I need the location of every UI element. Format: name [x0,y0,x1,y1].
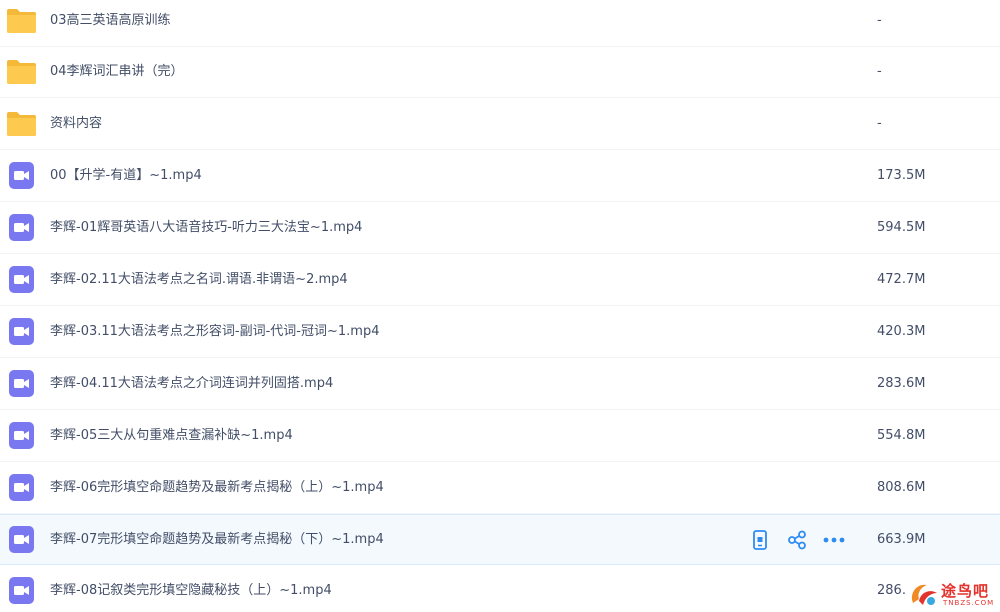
folder-icon [6,109,37,138]
file-name[interactable]: 李辉-06完形填空命题趋势及最新考点揭秘（上）~1.mp4 [50,463,384,513]
watermark-logo: 途鸟吧 TNBZS.COM [905,578,1000,612]
row-actions [748,515,846,565]
file-list: 03高三英语高原训练 - 04李辉词汇串讲（完） - 资料内容 - 00【升学-… [0,0,1000,612]
file-name[interactable]: 资料内容 [50,99,102,149]
file-size: - [877,13,882,28]
file-name[interactable]: 李辉-03.11大语法考点之形容词-副词-代词-冠词~1.mp4 [50,307,379,357]
folder-icon [6,57,37,86]
file-size: 594.5M [877,220,926,235]
file-row[interactable]: 李辉-04.11大语法考点之介词连词并列固搭.mp4 283.6M [0,359,1000,410]
share-icon[interactable] [785,528,809,552]
video-file-icon [6,317,37,346]
file-row[interactable]: 03高三英语高原训练 - [0,0,1000,47]
video-file-icon [6,576,37,605]
file-size: 472.7M [877,272,926,287]
file-row[interactable]: 李辉-06完形填空命题趋势及最新考点揭秘（上）~1.mp4 808.6M [0,463,1000,514]
more-icon[interactable] [822,528,846,552]
file-name[interactable]: 00【升学-有道】~1.mp4 [50,151,202,201]
file-size: 554.8M [877,428,926,443]
file-row[interactable]: 李辉-03.11大语法考点之形容词-副词-代词-冠词~1.mp4 420.3M [0,307,1000,358]
video-file-icon [6,213,37,242]
file-name[interactable]: 李辉-02.11大语法考点之名词.谓语.非谓语~2.mp4 [50,255,348,305]
file-row[interactable]: 00【升学-有道】~1.mp4 173.5M [0,151,1000,202]
watermark-subtext: TNBZS.COM [943,599,995,607]
file-size: 173.5M [877,168,926,183]
file-size: 663.9M [877,532,926,547]
file-name[interactable]: 李辉-07完形填空命题趋势及最新考点揭秘（下）~1.mp4 [50,515,384,565]
file-size: - [877,64,882,79]
file-size: 286. [877,583,906,598]
file-name[interactable]: 04李辉词汇串讲（完） [50,47,184,97]
video-file-icon [6,473,37,502]
file-name[interactable]: 李辉-05三大从句重难点查漏补缺~1.mp4 [50,411,293,461]
video-file-icon [6,265,37,294]
watermark-text: 途鸟吧 [941,582,990,600]
file-name[interactable]: 李辉-08记叙类完形填空隐藏秘技（上）~1.mp4 [50,566,332,612]
file-size: - [877,116,882,131]
video-file-icon [6,421,37,450]
folder-icon [6,6,37,35]
video-file-icon [6,369,37,398]
file-size: 808.6M [877,480,926,495]
file-name[interactable]: 李辉-04.11大语法考点之介词连词并列固搭.mp4 [50,359,333,409]
video-file-icon [6,161,37,190]
file-row[interactable]: 李辉-02.11大语法考点之名词.谓语.非谓语~2.mp4 472.7M [0,255,1000,306]
file-row[interactable]: 04李辉词汇串讲（完） - [0,47,1000,98]
file-name[interactable]: 03高三英语高原训练 [50,0,171,46]
file-row[interactable]: 资料内容 - [0,99,1000,150]
file-name[interactable]: 李辉-01辉哥英语八大语音技巧-听力三大法宝~1.mp4 [50,203,362,253]
file-row[interactable]: 李辉-08记叙类完形填空隐藏秘技（上）~1.mp4 286. [0,566,1000,612]
file-size: 283.6M [877,376,926,391]
phone-icon[interactable] [748,528,772,552]
logo-icon [911,584,937,605]
file-row[interactable]: 李辉-05三大从句重难点查漏补缺~1.mp4 554.8M [0,411,1000,462]
file-size: 420.3M [877,324,926,339]
file-row-hovered[interactable]: 李辉-07完形填空命题趋势及最新考点揭秘（下）~1.mp4 663.9M [0,514,1000,565]
video-file-icon [6,525,37,554]
file-row[interactable]: 李辉-01辉哥英语八大语音技巧-听力三大法宝~1.mp4 594.5M [0,203,1000,254]
